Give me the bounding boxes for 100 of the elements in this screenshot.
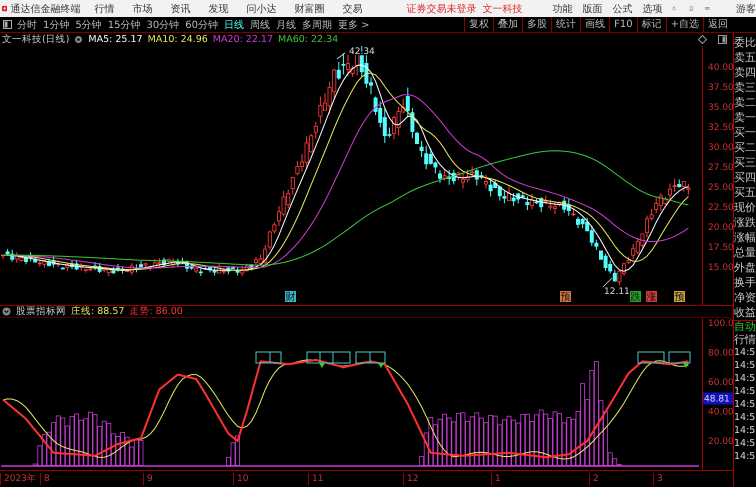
time-axis-label: 10 [233,473,248,485]
axis-label: 37.50 [708,83,733,93]
toolbar-button[interactable]: 标记 [636,17,666,32]
app-name: 通达信金融终端 [10,2,80,16]
panel-toggle-icon[interactable] [3,20,12,29]
quote-label: 卖二 [734,95,756,110]
trade-time: 14:5 [734,424,756,437]
indicator-value-label: 走势: 86.00 [129,305,183,318]
quote-label: 卖三 [734,80,756,95]
period-tab[interactable]: 5分钟 [75,18,102,32]
axis-label: 32.50 [708,123,733,133]
period-tab[interactable]: 15分钟 [108,18,140,32]
indicator-name: 股票指标网 [16,305,66,318]
down-arrow-icon [319,363,325,368]
chart-title: 文一科技(日线) [2,33,70,46]
toolbar-button[interactable]: 复权 [464,17,494,32]
time-axis-label: 2 [589,473,599,485]
login-status[interactable]: 证券交易未登录 [406,2,476,16]
period-tab[interactable]: 30分钟 [146,18,180,32]
time-axis-label: 3 [653,473,663,485]
moving-average-label: MA5: 25.17 [88,34,143,45]
period-tab[interactable]: 更多 > [338,18,370,32]
quote-label: 外盘 [734,260,756,275]
event-marker[interactable]: 财 [285,291,296,303]
quote-label: 委比 [734,35,756,50]
gear-icon[interactable] [74,35,84,44]
menu-item[interactable]: 资讯 [170,2,190,16]
axis-label: 20.00 [708,223,733,233]
chevron-icon[interactable] [2,307,11,316]
period-tab[interactable]: 月线 [276,18,296,32]
period-tab[interactable]: 日线 [224,18,244,32]
quote-label: 卖一 [734,110,756,125]
leader-line [336,52,346,60]
menu-item[interactable]: 问小达 [246,2,276,16]
toolbar-button[interactable]: F10 [609,17,637,32]
diamond-icon[interactable] [698,35,707,44]
event-marker[interactable]: 预 [674,291,685,303]
axis-label: 60.00 [708,378,733,388]
axis-label: 30.00 [708,143,733,153]
quote-label: 买二 [734,140,756,155]
axis-label: 27.50 [708,163,733,173]
moving-average-label: MA10: 24.96 [148,34,208,45]
leader-line [602,278,612,288]
trade-time: 14:5 [734,346,756,359]
current-value-tag: 48.81 [703,392,733,404]
mode-label[interactable]: 自动 [734,320,756,333]
period-tab[interactable]: 分时 [17,18,37,32]
event-marker[interactable]: 预 [560,291,571,303]
time-axis-label: 1 [491,473,501,485]
quote-label: 收益 [734,305,756,320]
user-label[interactable]: 游客 [736,2,756,16]
section-label: 行情 [734,333,756,346]
axis-label: 80.00 [708,348,733,358]
toolbar-button[interactable]: 叠加 [493,17,522,32]
axis-label: 20.00 [708,437,733,447]
event-marker[interactable]: 涨 [646,291,657,303]
axis-label: 22.50 [708,203,733,213]
menu-item[interactable]: 发现 [208,2,228,16]
period-tab[interactable]: 多周期 [302,18,332,32]
axis-label: 40.00 [708,408,733,418]
menu-item[interactable]: 市场 [132,2,152,16]
menu-item[interactable]: 行情 [94,2,114,16]
low-price-label: 12.11 [604,287,630,297]
axis-label: 35.00 [708,103,733,113]
quote-label: 换手 [734,275,756,290]
axis-label: 25.00 [708,183,733,193]
time-axis-label: 11 [308,473,324,485]
quote-label: 涨幅 [734,230,756,245]
menu-item[interactable]: 交易 [342,2,362,16]
toolbar-button[interactable]: +自选 [666,17,703,32]
menu-item[interactable]: 功能 [552,2,572,16]
down-arrow-icon [378,363,384,368]
quote-label: 总量 [734,245,756,260]
down-arrow-icon [683,363,689,368]
panel-toggle-icon[interactable] [718,35,727,44]
period-tab[interactable]: 1分钟 [43,18,70,32]
time-axis-label: 8 [40,473,50,485]
toolbar-button[interactable]: 多股 [522,17,552,32]
quote-label: 涨跌 [734,215,756,230]
moving-average-label: MA60: 22.34 [278,34,338,45]
period-tab[interactable]: 周线 [250,18,270,32]
quote-label: 净资 [734,290,756,305]
quote-label: 卖四 [734,65,756,80]
event-marker[interactable]: 跌 [630,291,641,303]
quote-label: 买四 [734,170,756,185]
menu-item[interactable]: 财富圈 [294,2,324,16]
axis-label: 100.0 [708,319,733,329]
toolbar-button[interactable]: 统计 [551,17,580,32]
menu-item[interactable]: 选项 [642,2,662,16]
quote-label: 现价 [734,200,756,215]
toolbar-button[interactable]: 返回 [703,17,732,32]
quote-label: 卖五 [734,50,756,65]
menu-item[interactable]: 版面 [582,2,602,16]
quote-label: 买五 [734,185,756,200]
moving-average-label: MA20: 22.17 [212,34,273,45]
period-tab[interactable]: 60分钟 [185,18,218,32]
toolbar-button[interactable]: 画线 [580,17,610,32]
stock-name: 文一科技 [482,2,522,16]
menu-item[interactable]: 公式 [612,2,632,16]
axis-label: 15.00 [708,263,733,273]
